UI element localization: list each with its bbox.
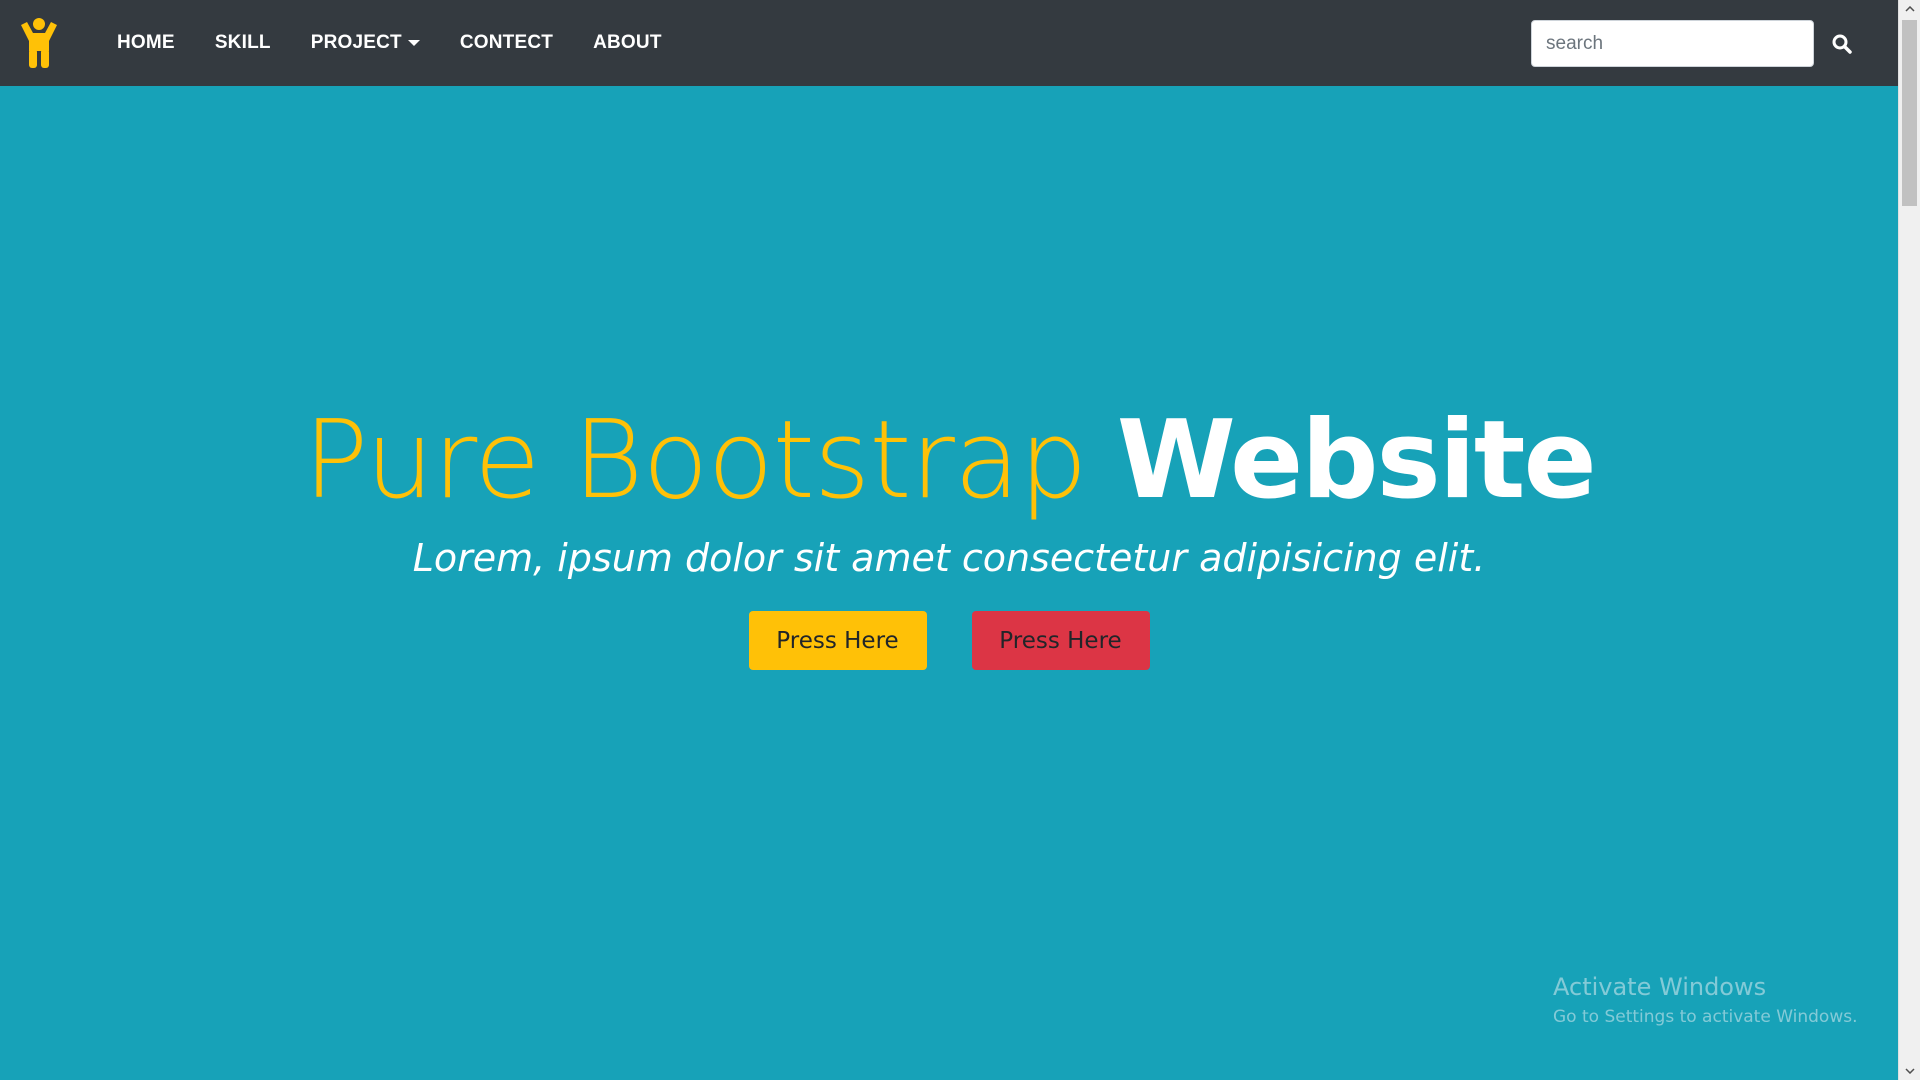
search-icon [1832, 34, 1852, 54]
search-input[interactable] [1531, 20, 1814, 67]
nav-contect-label: CONTECT [459, 32, 554, 53]
hero-title-bold: Website [1116, 398, 1597, 523]
press-here-red-button[interactable]: Press Here [971, 611, 1150, 670]
navbar: HOME SKILL PROJECT CONTECT ABOUT [0, 0, 1898, 86]
nav-project-dropdown[interactable]: PROJECT [291, 32, 440, 54]
search-button[interactable] [1824, 20, 1860, 67]
scrollbar-thumb[interactable] [1902, 20, 1917, 206]
brand-logo[interactable] [19, 17, 59, 69]
nav-about-label: ABOUT [593, 32, 662, 53]
hero-buttons: Press Here Press Here [0, 611, 1898, 670]
nav-project-label: PROJECT [310, 32, 402, 53]
press-here-yellow-button[interactable]: Press Here [748, 611, 927, 670]
hero-title: Pure Bootstrap Website [0, 406, 1898, 515]
caret-down-icon [407, 40, 420, 46]
scroll-down-arrow-icon[interactable] [1899, 1062, 1920, 1080]
nav-contect[interactable]: CONTECT [440, 32, 573, 54]
vertical-scrollbar[interactable] [1898, 0, 1920, 1080]
nav-skill[interactable]: SKILL [195, 32, 291, 54]
nav-about[interactable]: ABOUT [573, 32, 682, 54]
hero-title-light: Pure Bootstrap [303, 398, 1087, 523]
hero-section: Pure Bootstrap Website Lorem, ipsum dolo… [0, 86, 1898, 1080]
hero-subtitle: Lorem, ipsum dolor sit amet consectetur … [412, 536, 1486, 580]
watermark-title: Activate Windows [1553, 973, 1767, 1001]
nav-home[interactable]: HOME [97, 32, 195, 54]
scroll-up-arrow-icon[interactable] [1899, 0, 1920, 18]
nav-skill-label: SKILL [214, 32, 271, 53]
watermark-subtitle: Go to Settings to activate Windows. [1553, 1007, 1858, 1027]
nav-links: HOME SKILL PROJECT CONTECT ABOUT [97, 32, 682, 54]
search-form [1531, 20, 1860, 67]
nav-home-label: HOME [117, 32, 175, 53]
windows-activation-watermark: Activate Windows Go to Settings to activ… [1553, 973, 1858, 1027]
person-arms-up-icon [21, 18, 57, 68]
